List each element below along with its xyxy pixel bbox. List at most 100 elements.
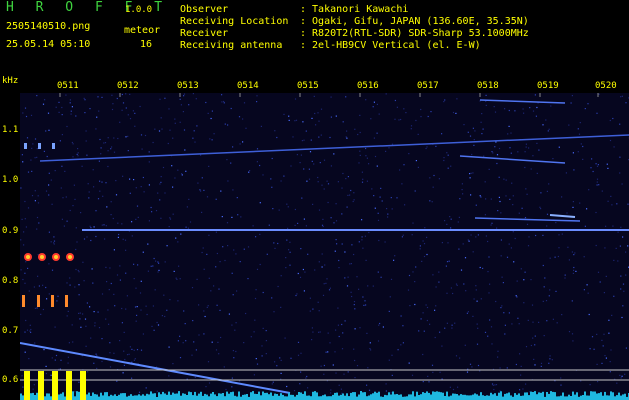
noise-speckle <box>476 343 479 345</box>
noise-speckle <box>310 139 312 141</box>
noise-speckle <box>181 173 183 175</box>
noise-speckle <box>545 300 548 302</box>
noise-speckle <box>280 275 282 277</box>
noise-speckle <box>75 268 77 271</box>
histogram-bar <box>616 395 618 400</box>
noise-speckle <box>520 374 522 376</box>
noise-speckle <box>472 127 474 129</box>
noise-speckle <box>468 240 470 242</box>
noise-speckle <box>175 277 177 279</box>
histogram-bar <box>216 396 218 400</box>
noise-speckle <box>50 241 52 243</box>
noise-speckle <box>613 146 615 148</box>
noise-speckle <box>171 165 173 167</box>
noise-speckle <box>53 236 55 238</box>
noise-speckle <box>66 220 68 222</box>
noise-speckle <box>277 242 279 245</box>
noise-speckle <box>29 324 31 326</box>
noise-speckle <box>175 237 177 239</box>
noise-speckle <box>148 161 150 163</box>
noise-speckle <box>475 289 477 291</box>
noise-speckle <box>33 384 35 386</box>
histogram-bar <box>338 395 340 400</box>
noise-speckle <box>157 261 159 263</box>
noise-speckle <box>366 384 368 386</box>
noise-speckle <box>393 259 395 261</box>
histogram-bar <box>622 394 624 400</box>
noise-speckle <box>605 225 607 227</box>
histogram-bar <box>604 391 606 400</box>
histogram-bar <box>138 394 140 400</box>
noise-speckle <box>230 162 232 164</box>
noise-speckle <box>455 355 458 357</box>
histogram-bar <box>148 394 150 400</box>
noise-speckle <box>337 181 339 183</box>
histogram-bar <box>244 394 246 400</box>
noise-speckle <box>534 344 536 346</box>
noise-speckle <box>441 133 443 135</box>
histogram-bar <box>124 393 126 400</box>
histogram-bar <box>384 394 386 400</box>
noise-speckle <box>123 364 125 366</box>
noise-speckle <box>278 209 280 211</box>
noise-speckle <box>34 190 36 192</box>
noise-speckle <box>271 157 273 160</box>
noise-speckle <box>354 128 356 130</box>
noise-speckle <box>34 342 36 344</box>
noise-speckle <box>605 275 607 277</box>
noise-speckle <box>506 256 509 258</box>
noise-speckle <box>83 280 85 282</box>
histogram-bar <box>268 394 270 400</box>
noise-speckle <box>627 245 629 247</box>
noise-speckle <box>323 364 325 367</box>
histogram-bar <box>274 393 276 400</box>
noise-speckle <box>390 392 392 394</box>
histogram-bar <box>164 393 166 400</box>
noise-speckle <box>147 243 149 245</box>
noise-speckle <box>391 143 394 145</box>
noise-speckle <box>422 381 424 383</box>
noise-speckle <box>129 93 131 95</box>
noise-speckle <box>560 377 562 379</box>
noise-speckle <box>66 125 68 128</box>
histogram-bar <box>380 396 382 400</box>
noise-speckle <box>297 341 300 343</box>
noise-speckle <box>188 104 190 106</box>
noise-speckle <box>364 235 366 237</box>
histogram-bar <box>166 394 168 400</box>
histogram-bar <box>546 392 548 400</box>
noise-speckle <box>598 93 600 95</box>
histogram-bar <box>118 394 120 400</box>
noise-speckle <box>99 180 101 182</box>
noise-speckle <box>262 174 264 176</box>
noise-speckle <box>93 186 95 188</box>
noise-speckle <box>306 375 308 378</box>
noise-speckle <box>616 382 618 384</box>
noise-speckle <box>465 290 467 292</box>
noise-speckle <box>450 287 452 289</box>
noise-speckle <box>619 245 621 247</box>
noise-speckle <box>610 195 612 197</box>
noise-speckle <box>110 214 112 216</box>
histogram-bar <box>496 395 498 400</box>
noise-speckle <box>333 153 335 155</box>
histogram-bar <box>276 394 278 400</box>
noise-speckle <box>493 106 495 108</box>
histogram-bar <box>458 395 460 400</box>
histogram-bar <box>312 391 314 400</box>
noise-speckle <box>479 370 481 372</box>
noise-speckle <box>587 292 589 294</box>
noise-speckle <box>256 161 258 163</box>
noise-speckle <box>210 117 212 120</box>
noise-speckle <box>117 137 119 140</box>
noise-speckle <box>499 200 501 203</box>
noise-speckle <box>400 344 402 346</box>
noise-speckle <box>125 249 127 251</box>
histogram-bar <box>492 394 494 400</box>
noise-speckle <box>36 148 38 150</box>
noise-speckle <box>205 386 207 388</box>
noise-speckle <box>373 137 375 139</box>
noise-speckle <box>473 298 475 300</box>
histogram-bar <box>218 393 220 400</box>
noise-speckle <box>219 309 221 311</box>
